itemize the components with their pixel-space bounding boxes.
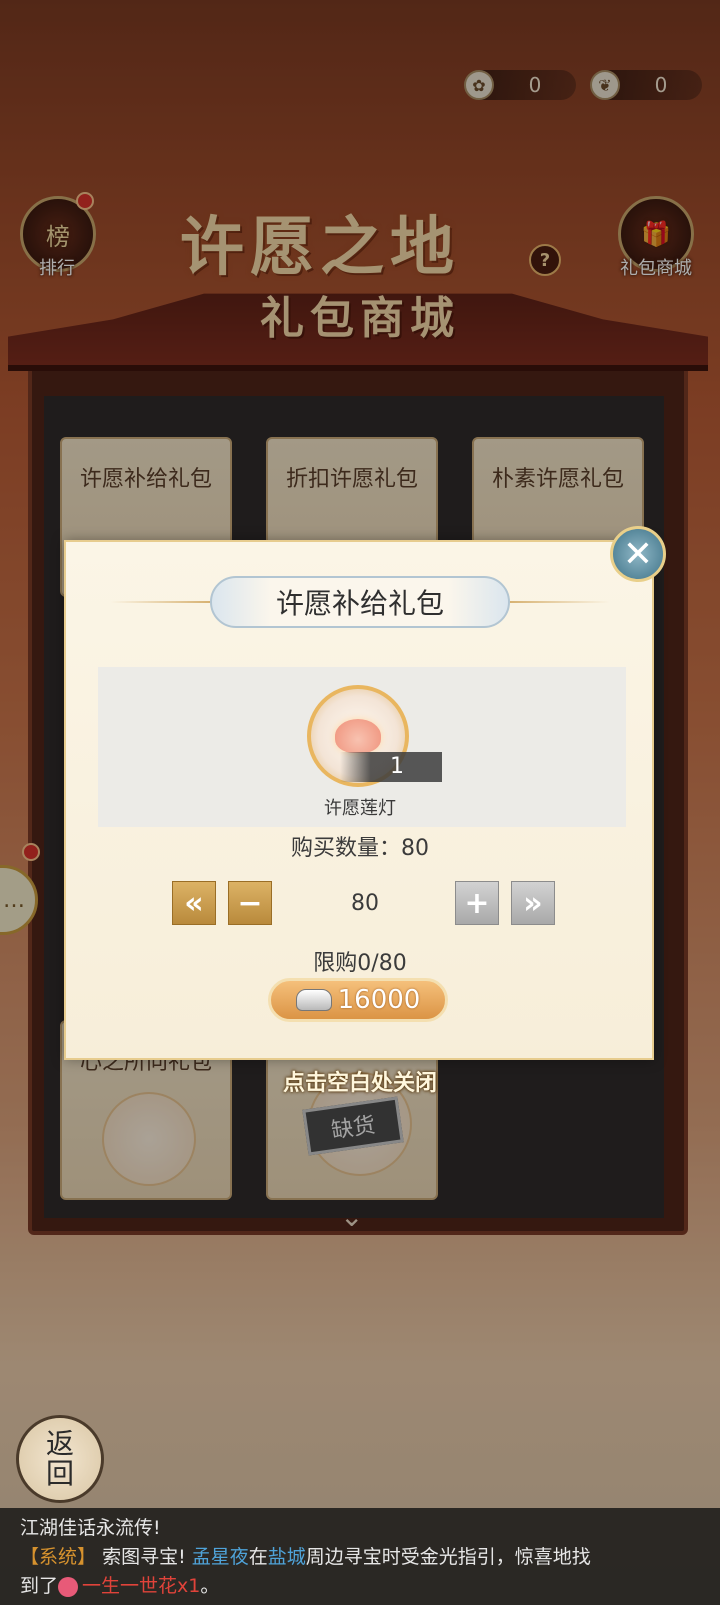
- lotus-lamp-icon: [335, 719, 381, 753]
- close-hint: 点击空白处关闭: [282, 1071, 437, 1096]
- min-quantity-button[interactable]: «: [172, 881, 216, 925]
- chat-line-1: 江湖佳话永流传!: [20, 1517, 161, 1539]
- plus-button[interactable]: +: [455, 881, 499, 925]
- chat-text: 索图寻宝!: [102, 1546, 186, 1568]
- buy-button[interactable]: 16000: [268, 978, 448, 1022]
- dialog-title: 许愿补给礼包: [210, 576, 510, 628]
- back-label-1: 返: [45, 1427, 74, 1460]
- max-quantity-button[interactable]: »: [511, 881, 555, 925]
- chat-bar[interactable]: 江湖佳话永流传! 【系统】 索图寻宝! 孟星夜在盐城周边寻宝时受金光指引，惊喜地…: [0, 1508, 720, 1605]
- place-link[interactable]: 盐城: [268, 1546, 306, 1568]
- quantity-input[interactable]: 80: [300, 891, 430, 916]
- flower-icon: [58, 1576, 79, 1597]
- chat-text: 周边寻宝时受金光指引，惊喜地找: [305, 1546, 591, 1568]
- chat-text: 到了: [20, 1575, 59, 1597]
- price-value: 16000: [337, 985, 421, 1015]
- back-label-2: 回: [45, 1457, 74, 1490]
- item-count: 1: [340, 752, 442, 782]
- back-button[interactable]: 返 回: [16, 1415, 104, 1503]
- chat-text: 。: [200, 1575, 220, 1597]
- buy-quantity-label: 购买数量：80: [291, 836, 429, 861]
- purchase-limit: 限购0/80: [313, 951, 407, 976]
- title-ornament-right: [510, 601, 610, 603]
- system-tag: 【系统】: [20, 1546, 97, 1568]
- chat-line-2: 【系统】 索图寻宝! 孟星夜在盐城周边寻宝时受金光指引，惊喜地找: [20, 1543, 700, 1572]
- minus-button[interactable]: −: [228, 881, 272, 925]
- item-name: 许愿莲灯: [324, 798, 396, 819]
- chat-text: 在: [248, 1546, 268, 1568]
- item-link[interactable]: 一生一世花x1: [82, 1575, 200, 1597]
- close-icon[interactable]: ✕: [610, 526, 666, 582]
- title-ornament-left: [110, 601, 210, 603]
- silver-ingot-icon: [295, 989, 332, 1011]
- player-link[interactable]: 孟星夜: [192, 1546, 249, 1568]
- chat-line-3: 到了 一生一世花x1。: [20, 1572, 700, 1601]
